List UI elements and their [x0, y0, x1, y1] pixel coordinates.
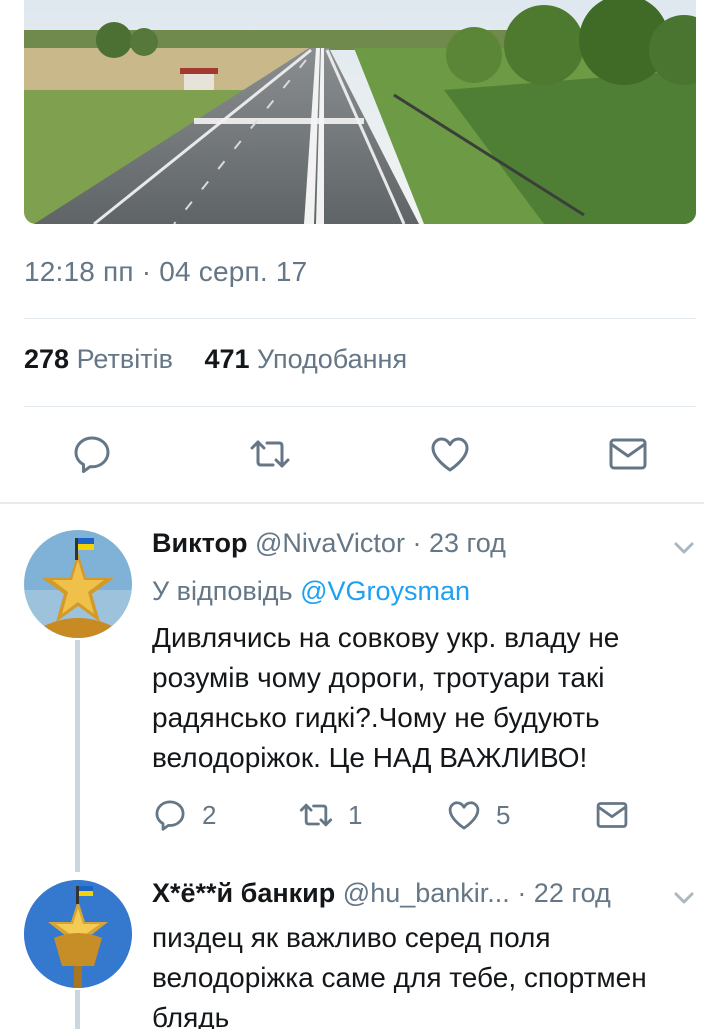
avatar[interactable] — [24, 530, 132, 638]
likes-count[interactable]: 471 — [204, 344, 249, 374]
like-count: 5 — [496, 799, 511, 830]
reply-text: Дивлячись на совкову укр. владу не розум… — [152, 622, 620, 773]
user-name[interactable]: Виктор — [152, 528, 247, 558]
avatar[interactable] — [24, 880, 132, 988]
divider — [24, 318, 696, 319]
reply-header: Х*ё**й банкир @hu_bankir... · 22 год — [152, 878, 611, 909]
chevron-down-icon[interactable] — [672, 536, 696, 560]
likes-label[interactable]: Уподобання — [257, 344, 407, 374]
tweet-actions-bar — [0, 432, 704, 482]
reply-button[interactable]: 2 — [152, 795, 216, 835]
reply-time: · 22 год — [517, 878, 611, 908]
message-icon — [596, 802, 628, 828]
reply-icon — [155, 800, 185, 831]
mention-link[interactable]: @VGroysman — [300, 576, 470, 606]
reply-count: 2 — [202, 799, 217, 830]
reply-to-prefix: У відповідь — [152, 576, 293, 606]
tweet-timestamp: 12:18 пп · 04 серп. 17 — [24, 256, 308, 287]
retweet-icon — [299, 803, 333, 827]
message-button[interactable] — [594, 795, 644, 835]
reply-text: пиздец як важливо серед поля велодоріжка… — [152, 922, 647, 1029]
like-icon[interactable] — [428, 432, 472, 476]
reply-time: · 23 год — [412, 528, 506, 558]
message-icon[interactable] — [606, 432, 650, 476]
retweet-count: 1 — [348, 799, 363, 830]
divider — [24, 406, 696, 407]
retweet-icon[interactable] — [248, 432, 292, 476]
user-handle[interactable]: @NivaVictor — [255, 528, 405, 558]
user-name[interactable]: Х*ё**й банкир — [152, 878, 335, 908]
divider — [0, 502, 704, 504]
retweets-count[interactable]: 278 — [24, 344, 69, 374]
user-handle[interactable]: @hu_bankir... — [343, 878, 510, 908]
tweet-detail-screen: 12:18 пп · 04 серп. 17 278 Ретвітів 471 … — [0, 0, 704, 1029]
retweets-label[interactable]: Ретвітів — [77, 344, 173, 374]
like-icon — [448, 801, 480, 830]
tweet-stats: 278 Ретвітів 471 Уподобання — [24, 344, 407, 375]
retweet-button[interactable]: 1 — [298, 795, 362, 835]
like-button[interactable]: 5 — [446, 795, 510, 835]
reply-icon[interactable] — [70, 432, 114, 476]
reply-to: У відповідь @VGroysman — [152, 576, 470, 607]
thread-line — [75, 640, 80, 872]
reply-header: Виктор @NivaVictor · 23 год — [152, 528, 506, 559]
thread-line — [75, 990, 80, 1029]
chevron-down-icon[interactable] — [672, 886, 696, 910]
tweet-photo[interactable] — [24, 0, 696, 224]
